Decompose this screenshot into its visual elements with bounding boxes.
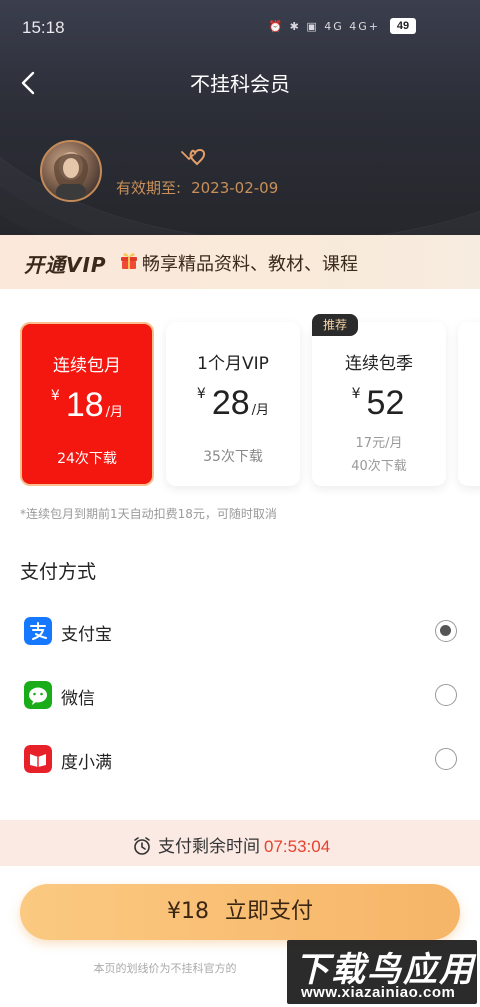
plan-currency: ¥ <box>196 386 206 402</box>
status-bar: 15:18 ⏰ ✱ ▣ 4G 4G+ 49 <box>0 0 480 56</box>
radio-alipay[interactable] <box>435 620 457 642</box>
payment-label: 度小满 <box>61 753 112 773</box>
payment-option-duxiaoman[interactable]: 度小满 <box>0 735 480 785</box>
avatar[interactable] <box>40 140 102 202</box>
plan-card-next[interactable] <box>458 322 480 486</box>
plan-price: ¥18/月 <box>22 386 152 425</box>
plan-price-unit: /月 <box>251 403 270 418</box>
radio-duxiaoman[interactable] <box>435 748 457 770</box>
nav-bar: 不挂科会员 <box>0 56 480 106</box>
status-icons: ⏰ ✱ ▣ 4G 4G+ <box>268 20 380 33</box>
plan-name: 连续包月 <box>53 356 121 376</box>
plan-currency: ¥ <box>50 388 60 404</box>
plan-downloads: 35次下载 <box>203 449 263 465</box>
expire-label: 有效期至: <box>116 179 182 197</box>
plan-price: ¥28/月 <box>166 384 300 423</box>
plans-note: *连续包月到期前1天自动扣费18元，可随时取消 <box>20 507 277 521</box>
plan-list: 连续包月 ¥18/月 24次下载 1个月VIP ¥28/月 35次下载 推荐 连… <box>0 290 480 530</box>
countdown-time: 07:53:04 <box>264 837 331 856</box>
battery-icon: 49 <box>390 18 416 34</box>
vip-badge-icon <box>181 149 206 166</box>
gift-icon <box>121 253 137 269</box>
plan-downloads: 40次下载 <box>351 459 407 474</box>
countdown-label: 支付剩余时间 <box>158 837 260 857</box>
status-time: 15:18 <box>22 18 65 37</box>
promo-banner: 开通VIP 畅享精品资料、教材、课程 <box>0 235 480 289</box>
countdown-row: 支付剩余时间 07:53:04 <box>132 832 330 857</box>
pay-now-button[interactable]: ¥18 立即支付 <box>20 884 460 940</box>
pay-button-label: 立即支付 <box>224 899 313 924</box>
plan-card-monthly-auto[interactable]: 连续包月 ¥18/月 24次下载 <box>20 322 154 486</box>
plan-name: 连续包季 <box>345 354 413 374</box>
payment-label: 微信 <box>61 689 95 709</box>
plan-price-value: 52 <box>366 384 405 422</box>
payment-countdown: 支付剩余时间 07:53:04 <box>0 820 480 866</box>
duxiaoman-icon <box>24 745 52 773</box>
plan-name: 1个月VIP <box>197 354 269 374</box>
plan-card-quarterly-auto[interactable]: 连续包季 ¥52 17元/月 40次下载 <box>312 322 446 486</box>
payment-title: 支付方式 <box>20 561 97 583</box>
watermark-url: www.xiazainiao.com <box>301 984 456 1001</box>
member-header: 15:18 ⏰ ✱ ▣ 4G 4G+ 49 不挂科会员 有效期至: 2023-02… <box>0 0 480 235</box>
alipay-icon <box>24 617 52 645</box>
page-title: 不挂科会员 <box>190 72 290 96</box>
plan-card-one-month[interactable]: 1个月VIP ¥28/月 35次下载 <box>166 322 300 486</box>
expire-info: 有效期至: 2023-02-09 <box>116 177 278 198</box>
alarm-clock-icon <box>134 837 150 855</box>
plan-price-value: 28 <box>211 384 250 422</box>
plan-currency: ¥ <box>351 386 361 402</box>
recommend-badge: 推荐 <box>312 314 358 336</box>
plan-downloads: 24次下载 <box>57 451 117 467</box>
expire-date: 2023-02-09 <box>191 179 279 197</box>
wechat-icon <box>24 681 52 709</box>
payment-label: 支付宝 <box>61 625 112 645</box>
radio-wechat[interactable] <box>435 684 457 706</box>
promo-text: 畅享精品资料、教材、课程 <box>142 254 358 275</box>
plan-price: ¥52 <box>312 384 446 423</box>
plan-price-value: 18 <box>65 386 104 424</box>
promo-brand: 开通VIP <box>24 253 107 277</box>
plan-monthly-equivalent: 17元/月 <box>355 436 403 451</box>
payment-option-wechat[interactable]: 微信 <box>0 671 480 721</box>
plan-price-unit: /月 <box>105 405 124 420</box>
avatar-image <box>54 152 88 200</box>
payment-option-alipay[interactable]: 支付宝 <box>0 607 480 657</box>
watermark: 下载鸟应用 www.xiazainiao.com <box>287 940 477 1004</box>
pay-amount: ¥18 <box>166 899 209 924</box>
